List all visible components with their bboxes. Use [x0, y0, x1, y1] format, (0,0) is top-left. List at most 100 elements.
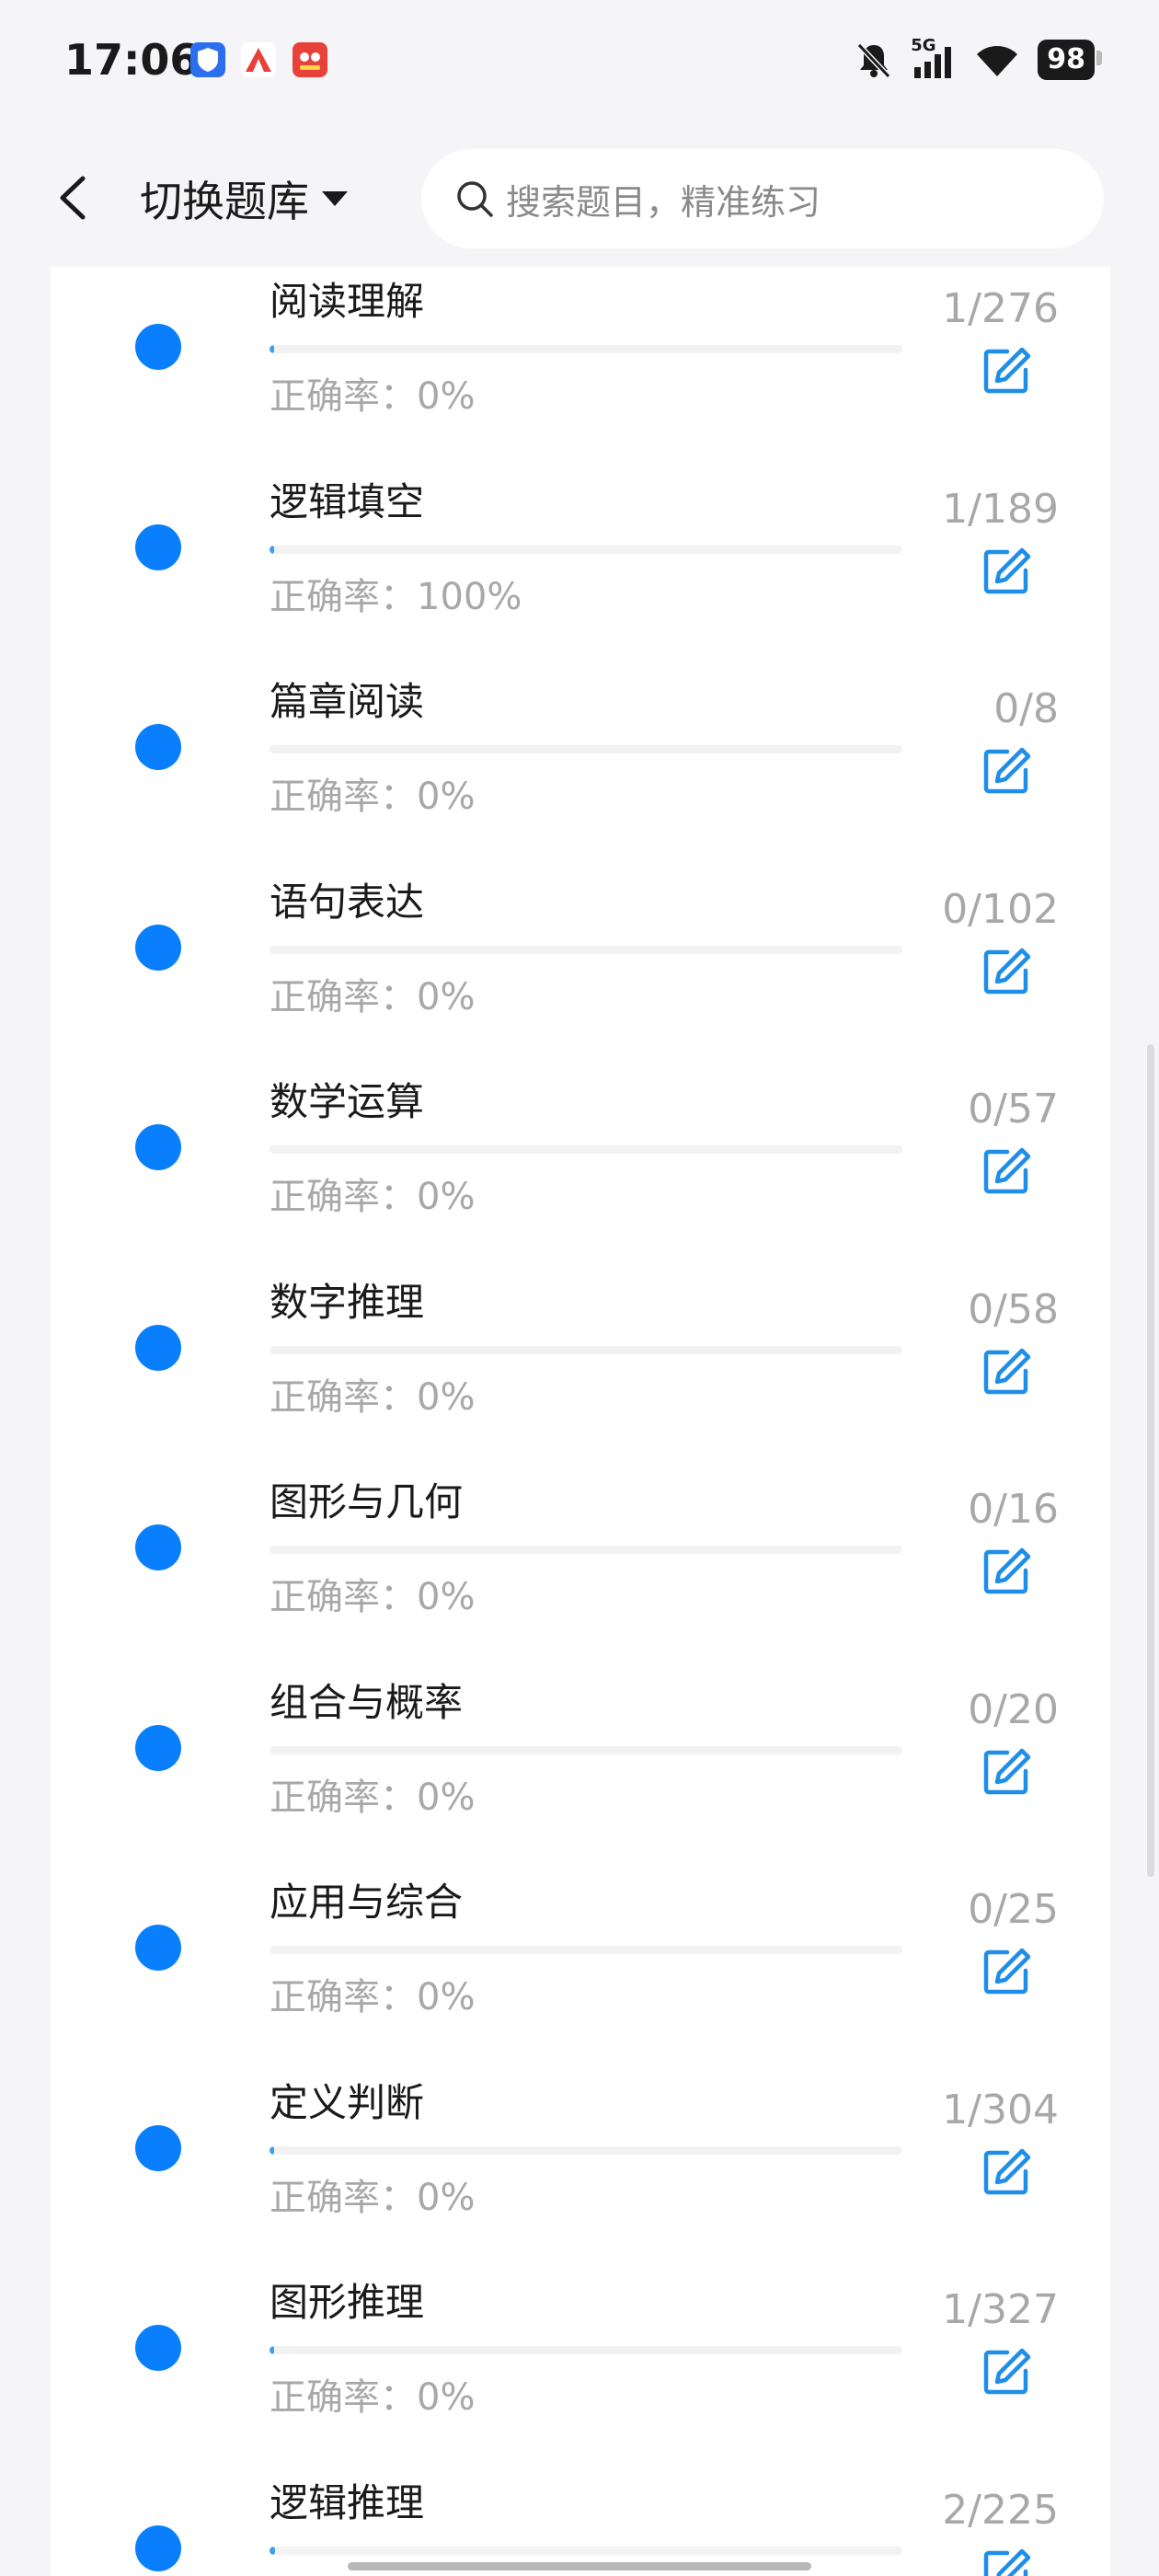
- status-bar: 17:06 5G 98: [0, 0, 1159, 129]
- accuracy-text: 正确率：0%: [270, 1576, 476, 1618]
- category-dot: [135, 2524, 181, 2571]
- progress-bar: [270, 1745, 902, 1754]
- category-row[interactable]: 逻辑填空正确率：100% 1/189: [51, 467, 1110, 667]
- status-indicators: 5G 98: [854, 36, 1102, 83]
- progress-bar: [270, 345, 902, 353]
- progress-fill: [270, 545, 274, 554]
- accuracy-text: 正确率：0%: [270, 1375, 476, 1419]
- progress-count: 1/304: [942, 2086, 1059, 2133]
- edit-practice-icon[interactable]: [980, 1144, 1033, 1198]
- progress-count: 2/225: [942, 2486, 1059, 2534]
- category-row[interactable]: 图形推理正确率：0% 1/327: [51, 2268, 1110, 2467]
- edit-practice-icon[interactable]: [980, 344, 1033, 397]
- search-icon: [457, 181, 493, 217]
- edit-practice-icon[interactable]: [980, 1345, 1033, 1398]
- edit-practice-icon[interactable]: [980, 2345, 1033, 2398]
- progress-count: 0/58: [968, 1285, 1059, 1333]
- accuracy-text: 正确率：0%: [270, 1776, 476, 1819]
- category-dot: [135, 1724, 181, 1771]
- category-row[interactable]: 阅读理解正确率：0% 1/276: [51, 267, 1110, 466]
- category-row[interactable]: 语句表达正确率：0% 0/102: [51, 868, 1110, 1067]
- category-name: 篇章阅读: [270, 679, 425, 724]
- category-name: 数字推理: [270, 1279, 425, 1325]
- category-name: 图形与几何: [270, 1479, 464, 1524]
- progress-count: 0/57: [968, 1086, 1059, 1133]
- category-name: 组合与概率: [270, 1679, 464, 1725]
- progress-fill: [270, 2546, 276, 2555]
- category-dot: [135, 724, 181, 770]
- edit-practice-icon[interactable]: [980, 1745, 1033, 1799]
- edit-practice-icon[interactable]: [980, 1945, 1033, 1998]
- accuracy-text: 正确率：100%: [270, 575, 522, 618]
- progress-bar: [270, 945, 902, 954]
- accuracy-text: 正确率：0%: [270, 2376, 476, 2419]
- category-row[interactable]: 逻辑推理 2/225: [51, 2468, 1110, 2576]
- category-dot: [135, 1124, 181, 1170]
- progress-count: 1/276: [942, 285, 1059, 332]
- accuracy-text: 正确率：0%: [270, 975, 476, 1018]
- progress-fill: [270, 2346, 274, 2354]
- progress-count: 0/102: [942, 885, 1059, 933]
- category-row[interactable]: 应用与综合 正确率：0% 0/25: [51, 1868, 1110, 2067]
- category-dot: [135, 1925, 181, 1971]
- category-name: 定义判断: [270, 2079, 425, 2125]
- header: 切换题库 搜索题目，精准练习: [0, 129, 1159, 267]
- category-row[interactable]: 数字推理正确率：0% 0/58: [51, 1268, 1110, 1467]
- category-name: 逻辑推理: [270, 2479, 425, 2525]
- progress-count: 0/20: [968, 1685, 1059, 1733]
- caret-down-icon: [322, 191, 348, 206]
- edit-practice-icon[interactable]: [980, 744, 1033, 798]
- progress-count: 0/25: [968, 1886, 1059, 1933]
- home-indicator[interactable]: [348, 2562, 811, 2570]
- accuracy-text: 正确率：0%: [270, 2176, 476, 2219]
- status-time: 17:06: [64, 35, 200, 85]
- blue-shield-app-icon: [190, 42, 225, 77]
- search-input[interactable]: 搜索题目，精准练习: [421, 149, 1104, 248]
- category-name: 图形推理: [270, 2280, 425, 2325]
- category-list: 阅读理解 正确率：0% 1/276 逻辑填空 正确率：100% 1/189 篇章阅读 正确率：…: [51, 267, 1110, 2576]
- red-tent-app-icon: [241, 42, 276, 77]
- progress-bar: [270, 2546, 902, 2555]
- progress-bar: [270, 1546, 902, 1554]
- progress-fill: [270, 2145, 274, 2155]
- category-row[interactable]: 数学运算正确率：0% 0/57: [51, 1067, 1110, 1267]
- category-dot: [135, 924, 181, 971]
- category-row[interactable]: 篇章阅读正确率：0% 0/8: [51, 667, 1110, 867]
- edit-practice-icon[interactable]: [980, 545, 1033, 598]
- page-title: 切换题库: [140, 177, 309, 226]
- category-dot: [135, 2124, 181, 2171]
- category-row[interactable]: 组合与概率正确率：0% 0/20: [51, 1668, 1110, 1868]
- category-name: 语句表达: [270, 879, 425, 925]
- progress-bar: [270, 745, 902, 753]
- progress-count: 1/189: [942, 485, 1059, 533]
- chevron-left-icon: [60, 176, 86, 220]
- category-dot: [135, 523, 181, 570]
- category-row[interactable]: 定义判断正确率：0% 1/304: [51, 2068, 1110, 2268]
- category-row[interactable]: 图形与几何 正确率：0% 0/16: [51, 1467, 1110, 1667]
- accuracy-text: 正确率：0%: [270, 1176, 476, 1218]
- switch-bank-dropdown[interactable]: 切换题库: [140, 168, 348, 229]
- edit-practice-icon[interactable]: [980, 2546, 1033, 2576]
- accuracy-text: 正确率：0%: [270, 375, 476, 418]
- progress-bar: [270, 545, 902, 554]
- accuracy-text: 正确率：0%: [270, 776, 476, 818]
- category-dot: [135, 1524, 181, 1570]
- progress-fill: [270, 345, 274, 353]
- back-button[interactable]: [46, 166, 101, 230]
- edit-practice-icon[interactable]: [980, 1545, 1033, 1598]
- category-name: 数学运算: [270, 1079, 425, 1124]
- signal-icon: 5G: [911, 36, 957, 80]
- progress-bar: [270, 1345, 902, 1354]
- progress-bar: [270, 2346, 902, 2354]
- progress-count: 1/327: [942, 2286, 1059, 2333]
- category-name: 应用与综合: [270, 1880, 464, 1925]
- progress-bar: [270, 1946, 902, 1954]
- category-name: 阅读理解: [270, 279, 425, 324]
- mute-bell-icon: [857, 42, 891, 79]
- progress-count: 0/8: [993, 685, 1059, 732]
- category-name: 逻辑填空: [270, 478, 425, 524]
- edit-practice-icon[interactable]: [980, 945, 1033, 998]
- edit-practice-icon[interactable]: [980, 2145, 1033, 2199]
- scrollbar[interactable]: [1147, 1044, 1154, 1877]
- search-placeholder: 搜索题目，精准练习: [506, 181, 821, 223]
